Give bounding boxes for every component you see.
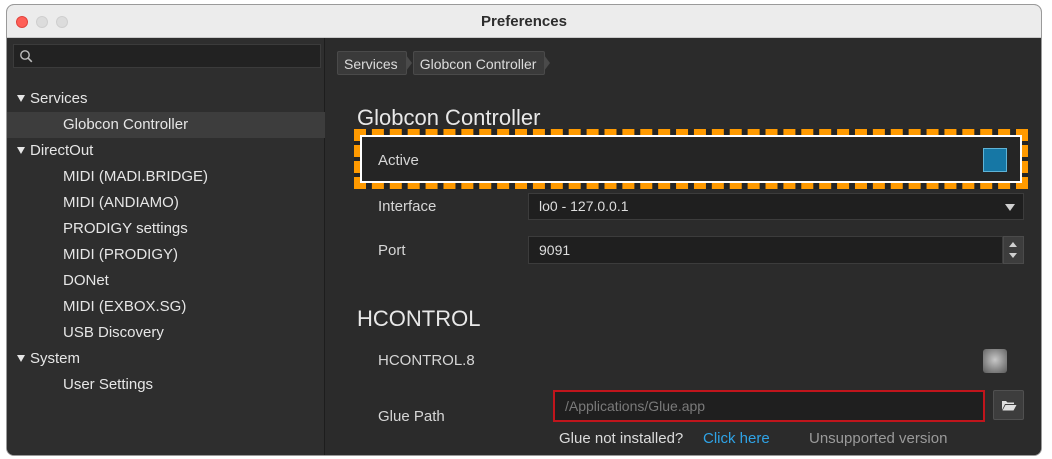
click-here-link[interactable]: Click here bbox=[703, 430, 770, 447]
tree-item-midi-prodigy[interactable]: MIDI (PRODIGY) bbox=[7, 242, 325, 268]
section-heading-globcon: Globcon Controller bbox=[357, 105, 541, 130]
breadcrumb: Services Globcon Controller bbox=[337, 51, 551, 75]
disclosure-triangle-icon[interactable] bbox=[17, 147, 25, 154]
port-label: Port bbox=[378, 242, 406, 259]
browse-folder-button[interactable] bbox=[993, 390, 1024, 420]
tree-group-directout[interactable]: DirectOut bbox=[7, 138, 325, 164]
hcontrol-device-label: HCONTROL.8 bbox=[378, 352, 475, 369]
unsupported-version-text: Unsupported version bbox=[809, 430, 948, 447]
stepper-down-icon[interactable] bbox=[1009, 253, 1017, 258]
sidebar: Services Globcon Controller DirectOut MI… bbox=[7, 38, 325, 455]
disclosure-triangle-icon[interactable] bbox=[17, 355, 25, 362]
main-panel: Services Globcon Controller Globcon Cont… bbox=[325, 38, 1041, 455]
glue-path-input[interactable]: /Applications/Glue.app bbox=[553, 390, 985, 422]
preferences-window: Preferences Services Globcon Controller … bbox=[6, 4, 1042, 456]
tree-group-label: DirectOut bbox=[30, 142, 94, 159]
title-bar: Preferences bbox=[7, 5, 1041, 38]
active-label: Active bbox=[378, 152, 419, 169]
interface-select[interactable]: lo0 - 127.0.0.1 bbox=[528, 193, 1024, 220]
tree-group-label: Services bbox=[30, 90, 88, 107]
glue-not-installed-text: Glue not installed? bbox=[559, 430, 684, 447]
tree-group-system[interactable]: System bbox=[7, 346, 325, 372]
tree-item-usb-discovery[interactable]: USB Discovery bbox=[7, 320, 325, 346]
disclosure-triangle-icon[interactable] bbox=[17, 95, 25, 102]
section-heading-hcontrol: HCONTROL bbox=[357, 306, 481, 331]
folder-open-icon bbox=[1002, 401, 1017, 411]
window-title: Preferences bbox=[481, 13, 567, 30]
breadcrumb-item-services[interactable]: Services bbox=[337, 51, 412, 75]
glue-path-label: Glue Path bbox=[378, 408, 445, 425]
breadcrumb-item-globcon-controller[interactable]: Globcon Controller bbox=[412, 51, 551, 75]
tree-item-globcon-controller[interactable]: Globcon Controller bbox=[7, 112, 325, 138]
tree-item-donet[interactable]: DONet bbox=[7, 268, 325, 294]
interface-value: lo0 - 127.0.0.1 bbox=[539, 198, 629, 214]
tree-item-prodigy-settings[interactable]: PRODIGY settings bbox=[7, 216, 325, 242]
tree-item-midi-exbox-sg[interactable]: MIDI (EXBOX.SG) bbox=[7, 294, 325, 320]
port-stepper[interactable] bbox=[1003, 236, 1024, 264]
tree-item-midi-andiamo[interactable]: MIDI (ANDIAMO) bbox=[7, 190, 325, 216]
tree-item-user-settings[interactable]: User Settings bbox=[7, 372, 325, 398]
active-checkbox[interactable] bbox=[983, 148, 1007, 172]
settings-tree: Services Globcon Controller DirectOut MI… bbox=[7, 86, 325, 398]
search-icon bbox=[20, 50, 33, 63]
chevron-down-icon bbox=[1005, 204, 1015, 211]
interface-label: Interface bbox=[378, 198, 437, 215]
search-input[interactable] bbox=[13, 44, 321, 68]
tree-group-label: System bbox=[30, 350, 81, 367]
port-input[interactable]: 9091 bbox=[528, 236, 1003, 264]
stepper-up-icon[interactable] bbox=[1009, 242, 1017, 247]
tree-group-services[interactable]: Services bbox=[7, 86, 325, 112]
active-row-highlight bbox=[354, 129, 1028, 189]
tree-item-midi-madi-bridge[interactable]: MIDI (MADI.BRIDGE) bbox=[7, 164, 325, 190]
status-led-indicator bbox=[983, 349, 1007, 373]
